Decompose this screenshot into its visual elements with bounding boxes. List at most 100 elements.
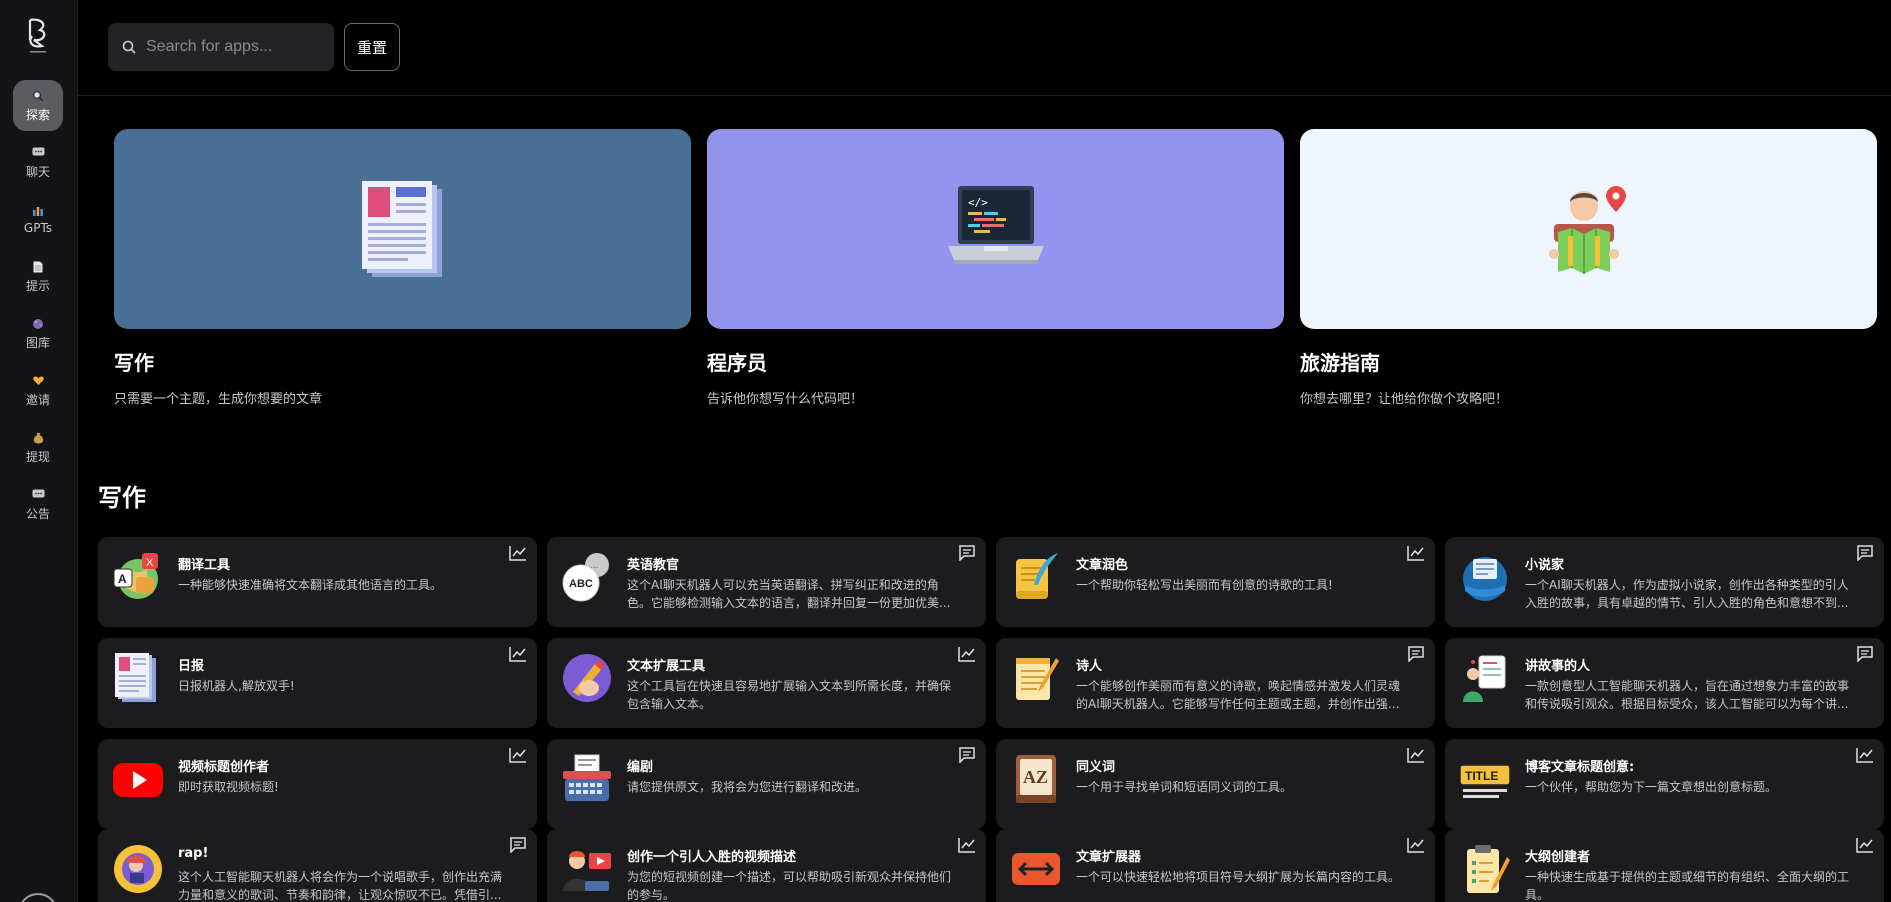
chat-bubble-icon [31, 146, 45, 160]
featured-banner [1300, 129, 1877, 329]
app-name: 同义词 [1076, 760, 1116, 775]
storyteller-icon [1459, 652, 1511, 704]
app-card-blog-title[interactable]: TITLE 博客文章标题创意: 一个伙伴，帮助您为下一篇文章想出创意标题。 [1445, 739, 1884, 829]
youtube-icon [112, 753, 164, 805]
sidebar-item-announcements[interactable]: 公告 [13, 479, 63, 530]
app-card-synonyms[interactable]: AZ 同义词 一个用于寻找单词和短语同义词的工具。 [996, 739, 1435, 829]
app-desc: 请您提供原文，我将会为您进行翻译和改进。 [627, 780, 868, 794]
chat-icon[interactable] [509, 837, 527, 853]
app-card-video-title[interactable]: 视频标题创作者 即时获取视频标题! [98, 739, 537, 829]
app-card-text-expander[interactable]: 文本扩展工具 这个工具旨在快速且容易地扩展输入文本到所需长度，并确保包含输入文本… [547, 638, 986, 728]
trend-icon[interactable] [509, 747, 527, 763]
top-bar: 重置 [78, 0, 1891, 96]
app-card-article-polish[interactable]: 文章润色 一个帮助你轻松写出美丽而有创意的诗歌的工具! [996, 537, 1435, 627]
abc-speech-icon: ... ABC [561, 551, 613, 603]
svg-text:TITLE: TITLE [1465, 769, 1498, 783]
app-card-video-description[interactable]: 创作一个引人入胜的视频描述 为您的短视频创建一个描述，可以帮助吸引新观众并保持他… [547, 829, 986, 902]
chat-icon[interactable] [1856, 545, 1874, 561]
sidebar-item-chat[interactable]: 聊天 [13, 137, 63, 188]
trend-icon[interactable] [958, 837, 976, 853]
money-bag-icon [31, 431, 45, 445]
sidebar-item-label: 邀请 [25, 392, 50, 407]
chat-bubble-icon [31, 488, 45, 502]
novel-globe-icon [1459, 551, 1511, 603]
sidebar-item-gallery[interactable]: 图库 [13, 308, 63, 359]
app-desc: 为您的短视频创建一个描述，可以帮助吸引新观众并保持他们的参与。 [627, 870, 952, 902]
app-name: 文章扩展器 [1076, 850, 1142, 865]
trend-icon[interactable] [958, 646, 976, 662]
app-name: rap! [178, 846, 209, 861]
trend-icon[interactable] [1407, 545, 1425, 561]
sidebar-item-label: 提现 [25, 449, 50, 464]
featured-card-travel-guide[interactable]: 旅游指南 你想去哪里？让他给你做个攻略吧！ [1300, 129, 1877, 409]
app-card-novelist[interactable]: 小说家 一个AI聊天机器人，作为虚拟小说家，创作出各种类型的引人入胜的故事，具有… [1445, 537, 1884, 627]
newspaper-icon [361, 181, 442, 277]
app-name: 博客文章标题创意: [1525, 760, 1635, 775]
app-card-translate[interactable]: AX 翻译工具 一种能够快速准确将文本翻译成其他语言的工具。 [98, 537, 537, 627]
app-desc: 这个人工智能聊天机器人将会作为一个说唱歌手，创作出充满力量和意义的歌词、节奏和韵… [178, 870, 503, 902]
section-title: 写作 [98, 484, 146, 512]
trend-icon[interactable] [1856, 747, 1874, 763]
sidebar-item-prompts[interactable]: 提示 [13, 251, 63, 302]
translate-icon: AX [112, 551, 164, 603]
svg-text:ABC: ABC [569, 578, 593, 590]
app-card-screenwriter[interactable]: 编剧 请您提供原文，我将会为您进行翻译和改进。 [547, 739, 986, 829]
app-desc: 即时获取视频标题! [178, 780, 279, 794]
brain-logo-icon[interactable] [22, 16, 54, 56]
chat-icon[interactable] [1407, 646, 1425, 662]
featured-card-programmer[interactable]: </> 程序员 告诉他你想写什么代码吧！ [707, 129, 1284, 409]
trend-icon[interactable] [1856, 837, 1874, 853]
app-desc: 一个可以快速轻松地将项目符号大纲扩展为长篇内容的工具。 [1076, 870, 1401, 884]
app-desc: 日报机器人,解放双手! [178, 679, 295, 693]
svg-text:</>: </> [968, 196, 988, 209]
app-card-rap[interactable]: rap! 这个人工智能聊天机器人将会作为一个说唱歌手，创作出充满力量和意义的歌词… [98, 829, 537, 902]
app-card-english-tutor[interactable]: ... ABC 英语教官 这个AI聊天机器人可以充当英语翻译、拼写纠正和改进的角色… [547, 537, 986, 627]
clipboard-pencil-icon [1459, 843, 1511, 895]
app-card-outline-creator[interactable]: 大纲创建者 一种快速生成基于提供的主题或细节的有组织、全面大纲的工具。 [1445, 829, 1884, 902]
reset-button[interactable]: 重置 [344, 23, 400, 71]
title-sign-icon: TITLE [1459, 753, 1511, 805]
app-card-poet[interactable]: 诗人 一个能够创作美丽而有意义的诗歌，唤起情感并激发人们灵魂的AI聊天机器人。它… [996, 638, 1435, 728]
app-desc: 这个工具旨在快速且容易地扩展输入文本到所需长度，并确保包含输入文本。 [627, 679, 952, 711]
featured-desc: 你想去哪里？让他给你做个攻略吧！ [1300, 392, 1509, 407]
sidebar-item-explore[interactable]: 探索 [13, 80, 63, 131]
featured-card-writing[interactable]: 写作 只需要一个主题，生成你想要的文章 [114, 129, 691, 409]
app-card-storyteller[interactable]: 讲故事的人 一款创意型人工智能聊天机器人，旨在通过想象力丰富的故事和传说吸引观众… [1445, 638, 1884, 728]
app-desc: 这个AI聊天机器人可以充当英语翻译、拼写纠正和改进的角色。它能够检测输入文本的语… [627, 578, 951, 610]
app-card-article-expander[interactable]: 文章扩展器 一个可以快速轻松地将项目符号大纲扩展为长篇内容的工具。 [996, 829, 1435, 902]
app-name: 大纲创建者 [1525, 850, 1591, 865]
app-name: 编剧 [627, 760, 654, 775]
chat-icon[interactable] [1856, 646, 1874, 662]
sidebar-item-label: 图库 [25, 335, 50, 350]
sidebar-item-invite[interactable]: 邀请 [13, 365, 63, 416]
trend-icon[interactable] [509, 545, 527, 561]
chat-icon[interactable] [958, 545, 976, 561]
trend-icon[interactable] [1407, 837, 1425, 853]
search-input[interactable] [146, 38, 326, 56]
app-desc: 一个AI聊天机器人，作为虚拟小说家，创作出各种类型的引人入胜的故事，具有卓越的情… [1525, 578, 1849, 610]
sidebar-item-label: GPTs [23, 221, 53, 235]
chat-icon[interactable] [958, 747, 976, 763]
trend-icon[interactable] [1407, 747, 1425, 763]
app-card-daily-report[interactable]: 日报 日报机器人,解放双手! [98, 638, 537, 728]
sidebar-item-withdraw[interactable]: 提现 [13, 422, 63, 473]
sidebar: 探索 聊天 GPTs 提示 图库 邀请 提现 公告 [0, 0, 78, 902]
search-icon [122, 40, 136, 54]
app-desc: 一种能够快速准确将文本翻译成其他语言的工具。 [178, 578, 443, 592]
expand-arrows-icon [1010, 843, 1062, 895]
featured-banner: </> [707, 129, 1284, 329]
user-avatar-button[interactable] [18, 893, 58, 902]
app-name: 文章润色 [1076, 558, 1129, 573]
search-box[interactable] [108, 23, 334, 71]
pencil-hand-icon [561, 652, 613, 704]
sidebar-item-label: 探索 [25, 107, 50, 122]
magnifier-icon [31, 89, 45, 103]
typewriter-icon [561, 753, 613, 805]
app-desc: 一种快速生成基于提供的主题或细节的有组织、全面大纲的工具。 [1525, 870, 1850, 902]
featured-title: 写作 [114, 351, 154, 375]
sidebar-item-gpts[interactable]: GPTs [13, 194, 63, 245]
app-name: 视频标题创作者 [178, 760, 270, 775]
app-name: 小说家 [1525, 558, 1565, 573]
app-desc: 一个能够创作美丽而有意义的诗歌，唤起情感并激发人们灵魂的AI聊天机器人。它能够写… [1076, 679, 1401, 711]
trend-icon[interactable] [509, 646, 527, 662]
